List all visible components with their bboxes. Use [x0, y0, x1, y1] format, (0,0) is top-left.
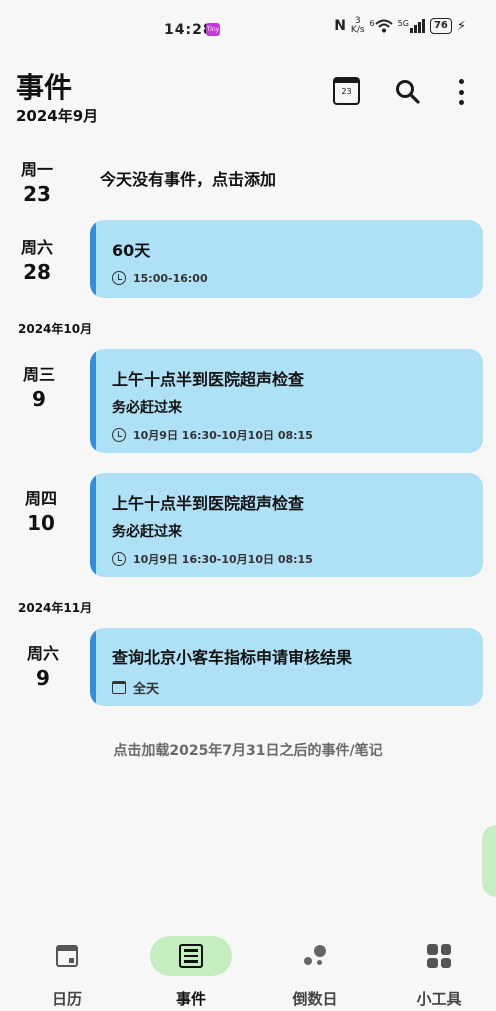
nav-tab-countdown[interactable]: 倒数日	[260, 930, 370, 1009]
today-calendar-day: 23	[341, 87, 352, 96]
day-label: 周六 9	[16, 640, 70, 690]
nav-label: 小工具	[416, 990, 462, 1008]
weekday: 周四	[24, 489, 57, 508]
date-number: 28	[23, 260, 51, 284]
dots-icon	[302, 943, 328, 969]
event-description: 务必赶过来	[112, 400, 182, 416]
date-number: 9	[36, 666, 50, 690]
day-label: 周六 28	[10, 234, 64, 284]
charging-icon: ⚡	[456, 18, 466, 34]
event-time: 10月9日 16:30-10月10日 08:15	[112, 427, 313, 443]
wifi-icon: 6	[370, 19, 393, 33]
event-description: 务必赶过来	[112, 524, 182, 540]
event-card[interactable]: 上午十点半到医院超声检查 务必赶过来 10月9日 16:30-10月10日 08…	[90, 473, 483, 577]
event-card[interactable]: 60天 15:00-16:00	[90, 220, 483, 298]
more-dot	[458, 89, 464, 95]
nav-label: 事件	[175, 990, 206, 1008]
battery-icon: 76	[429, 18, 452, 34]
date-number: 9	[32, 387, 46, 411]
date-number: 23	[23, 182, 51, 206]
weekday: 周六	[20, 238, 53, 257]
date-number: 10	[27, 511, 55, 535]
bottom-navigation: 日历 事件 倒数日 小工具	[0, 930, 496, 1011]
more-options-button[interactable]	[454, 79, 468, 105]
weekday: 周一	[20, 160, 53, 179]
nav-tab-calendar[interactable]: 日历	[12, 930, 122, 1009]
nav-icon-wrapper	[274, 936, 356, 976]
status-bar: 14:28 Tiny N 3 K/s 6 5G 76 ⚡	[0, 0, 496, 56]
month-header: 2024年11月	[18, 601, 93, 615]
app-notification-icon: Tiny	[206, 23, 220, 36]
network-speed: 3 K/s	[351, 17, 365, 35]
calendar-icon	[56, 945, 78, 967]
event-time-text: 全天	[133, 682, 160, 697]
event-time-text: 10月9日 16:30-10月10日 08:15	[133, 429, 313, 442]
cellular-icon: 5G	[398, 19, 425, 33]
day-label: 周一 23	[10, 156, 64, 206]
more-dot	[458, 100, 464, 105]
empty-day-add-prompt[interactable]: 今天没有事件，点击添加	[100, 166, 276, 190]
list-icon	[179, 944, 203, 968]
month-header: 2024年10月	[18, 322, 93, 336]
event-title: 查询北京小客车指标申请审核结果	[112, 648, 353, 667]
event-time: 15:00-16:00	[112, 271, 208, 285]
event-time: 10月9日 16:30-10月10日 08:15	[112, 551, 313, 567]
calendar-icon	[112, 681, 126, 694]
event-title: 60天	[112, 241, 151, 260]
event-time: 全天	[112, 678, 159, 697]
day-label: 周四 10	[14, 485, 68, 535]
event-time-text: 15:00-16:00	[133, 271, 208, 285]
weekday: 周六	[26, 644, 59, 663]
event-card[interactable]: 查询北京小客车指标申请审核结果 全天	[90, 628, 483, 706]
nfc-icon: N	[334, 18, 346, 34]
load-more-link[interactable]: 点击加载2025年7月31日之后的事件/笔记	[0, 740, 496, 760]
clock-icon	[112, 428, 126, 442]
search-button[interactable]	[394, 78, 422, 106]
clock-icon	[112, 552, 126, 566]
event-title: 上午十点半到医院超声检查	[112, 370, 305, 389]
weekday: 周三	[22, 365, 55, 384]
grid-icon	[427, 944, 451, 968]
nav-icon-wrapper	[150, 936, 232, 976]
event-time-text: 10月9日 16:30-10月10日 08:15	[133, 553, 313, 566]
nav-label: 日历	[51, 990, 82, 1008]
network-speed-unit: K/s	[350, 25, 365, 35]
search-icon	[396, 80, 420, 104]
nav-tab-events[interactable]: 事件	[136, 930, 246, 1009]
day-label: 周三 9	[12, 361, 66, 411]
clock-icon	[112, 271, 126, 285]
status-indicators: N 3 K/s 6 5G 76 ⚡	[334, 17, 466, 35]
edge-panel-handle[interactable]	[482, 825, 496, 897]
network-type: 5G	[397, 19, 409, 28]
event-card[interactable]: 上午十点半到医院超声检查 务必赶过来 10月9日 16:30-10月10日 08…	[90, 349, 483, 453]
current-month: 2024年9月	[16, 107, 99, 125]
nav-tab-widgets[interactable]: 小工具	[384, 930, 494, 1009]
today-calendar-button[interactable]: 23	[333, 77, 360, 105]
page-title: 事件	[16, 71, 73, 104]
nav-label: 倒数日	[292, 990, 338, 1008]
nav-icon-wrapper	[398, 936, 480, 976]
nav-icon-wrapper	[26, 936, 108, 976]
more-dot	[458, 79, 464, 84]
event-title: 上午十点半到医院超声检查	[112, 494, 305, 513]
